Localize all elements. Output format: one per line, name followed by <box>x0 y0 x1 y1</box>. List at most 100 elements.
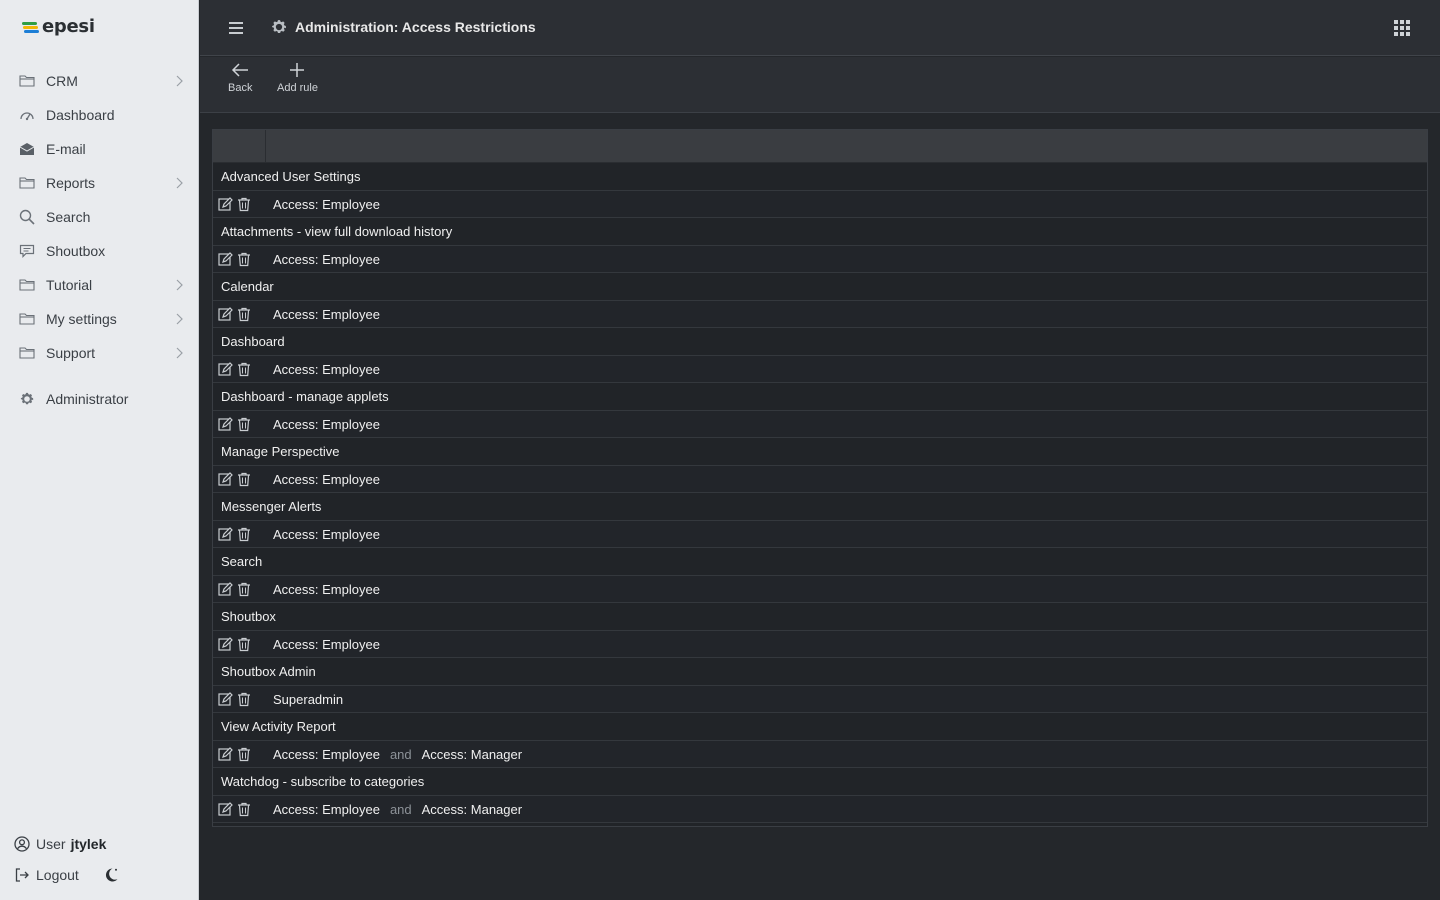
restriction-name: Dashboard <box>221 334 285 349</box>
rule-text: Access: Employee and Access: Manager <box>273 802 522 817</box>
rule-actions <box>213 251 273 267</box>
edit-icon[interactable] <box>218 691 233 707</box>
rule-text: Access: Employee <box>273 362 380 377</box>
sidebar-item-shoutbox[interactable]: Shoutbox <box>0 234 199 268</box>
trash-icon[interactable] <box>237 362 251 377</box>
folder-icon <box>18 344 36 362</box>
sidebar-item-search[interactable]: Search <box>0 200 199 234</box>
trash-icon[interactable] <box>237 307 251 322</box>
rule-condition: Access: Employee <box>273 471 380 487</box>
chevron-right-icon <box>175 74 183 90</box>
rule-actions <box>213 636 273 652</box>
sidebar-item-administrator[interactable]: Administrator <box>0 382 199 416</box>
edit-icon[interactable] <box>218 251 233 267</box>
sidebar-item-support[interactable]: Support <box>0 336 199 370</box>
restriction-name: Manage Perspective <box>221 444 340 459</box>
rule-row: Access: Employee <box>213 411 1427 438</box>
rule-actions <box>213 306 273 322</box>
chevron-right-icon <box>175 176 183 192</box>
rule-condition: Access: Employee <box>273 526 380 542</box>
logout-row: Logout <box>0 858 199 892</box>
rule-conjunction: and <box>389 801 412 817</box>
trash-icon[interactable] <box>237 417 251 432</box>
chevron-right-icon <box>175 346 183 362</box>
gear-icon <box>270 18 288 36</box>
add-rule-button[interactable]: Add rule <box>277 61 318 94</box>
hamburger-menu-icon[interactable] <box>229 21 243 34</box>
rule-actions <box>213 801 273 817</box>
logout-icon[interactable] <box>14 867 30 883</box>
edit-icon[interactable] <box>218 416 233 432</box>
restriction-group-row: Shoutbox <box>213 603 1427 631</box>
rule-actions <box>213 196 273 212</box>
restriction-group-row: Watchdog - subscribe to categories <box>213 768 1427 796</box>
folder-icon <box>18 310 36 328</box>
restriction-name: Shoutbox <box>221 609 276 624</box>
add-rule-button-label: Add rule <box>277 82 318 94</box>
trash-icon[interactable] <box>237 582 251 597</box>
user-info[interactable]: User jtylek <box>0 830 199 858</box>
rule-row: Superadmin <box>213 686 1427 713</box>
edit-icon[interactable] <box>218 746 233 762</box>
sidebar-item-crm[interactable]: CRM <box>0 64 199 98</box>
rule-condition: Access: Employee <box>273 251 380 267</box>
edit-icon[interactable] <box>218 801 233 817</box>
edit-icon[interactable] <box>218 471 233 487</box>
rule-row: Access: Employee <box>213 191 1427 218</box>
apps-grid-icon[interactable] <box>1394 20 1410 36</box>
rule-condition: Access: Employee <box>273 361 380 377</box>
restriction-group-row: Dashboard - manage applets <box>213 383 1427 411</box>
trash-icon[interactable] <box>237 527 251 542</box>
rule-row: Access: Employee <box>213 301 1427 328</box>
action-toolbar: Back Add rule <box>200 57 1440 113</box>
rule-row: Access: Employee <box>213 356 1427 383</box>
edit-icon[interactable] <box>218 636 233 652</box>
rule-condition: Superadmin <box>273 691 344 707</box>
sidebar-item-reports[interactable]: Reports <box>0 166 199 200</box>
logout-link[interactable]: Logout <box>36 867 79 883</box>
rule-condition: Access: Employee <box>273 416 380 432</box>
app-logo[interactable]: epesi <box>22 16 95 37</box>
rule-text: Access: Employee <box>273 252 380 267</box>
user-icon <box>14 836 30 852</box>
restriction-name: Advanced User Settings <box>221 169 361 184</box>
restriction-group-row: Messenger Alerts <box>213 493 1427 521</box>
back-button[interactable]: Back <box>228 61 252 94</box>
rule-actions <box>213 691 273 707</box>
table-body: Advanced User Settings Access: Employee At… <box>213 163 1427 823</box>
rule-condition: Access: Employee <box>273 746 380 762</box>
access-rules-table: Advanced User Settings Access: Employee At… <box>212 129 1428 827</box>
sidebar-item-label: Tutorial <box>46 277 93 293</box>
sidebar-item-dashboard[interactable]: Dashboard <box>0 98 199 132</box>
edit-icon[interactable] <box>218 581 233 597</box>
edit-icon[interactable] <box>218 196 233 212</box>
dark-mode-toggle-icon[interactable] <box>103 867 119 883</box>
chat-icon <box>18 242 36 260</box>
sidebar-item-tutorial[interactable]: Tutorial <box>0 268 199 302</box>
folder-icon <box>18 72 36 90</box>
trash-icon[interactable] <box>237 747 251 762</box>
sidebar-item-my-settings[interactable]: My settings <box>0 302 199 336</box>
edit-icon[interactable] <box>218 306 233 322</box>
plus-icon <box>287 61 307 82</box>
trash-icon[interactable] <box>237 692 251 707</box>
edit-icon[interactable] <box>218 526 233 542</box>
rule-actions <box>213 416 273 432</box>
trash-icon[interactable] <box>237 197 251 212</box>
folder-icon <box>18 174 36 192</box>
logo-text: epesi <box>42 16 95 37</box>
edit-icon[interactable] <box>218 361 233 377</box>
trash-icon[interactable] <box>237 637 251 652</box>
rule-actions <box>213 471 273 487</box>
arrow-left-icon <box>230 61 250 82</box>
sidebar-item-e-mail[interactable]: E-mail <box>0 132 199 166</box>
user-prefix: User <box>36 836 66 852</box>
trash-icon[interactable] <box>237 802 251 817</box>
chevron-right-icon <box>175 312 183 328</box>
table-header <box>213 130 1427 163</box>
restriction-name: Attachments - view full download history <box>221 224 453 239</box>
trash-icon[interactable] <box>237 252 251 267</box>
trash-icon[interactable] <box>237 472 251 487</box>
rule-condition: Access: Employee <box>273 581 380 597</box>
sidebar-item-label: Search <box>46 209 91 225</box>
